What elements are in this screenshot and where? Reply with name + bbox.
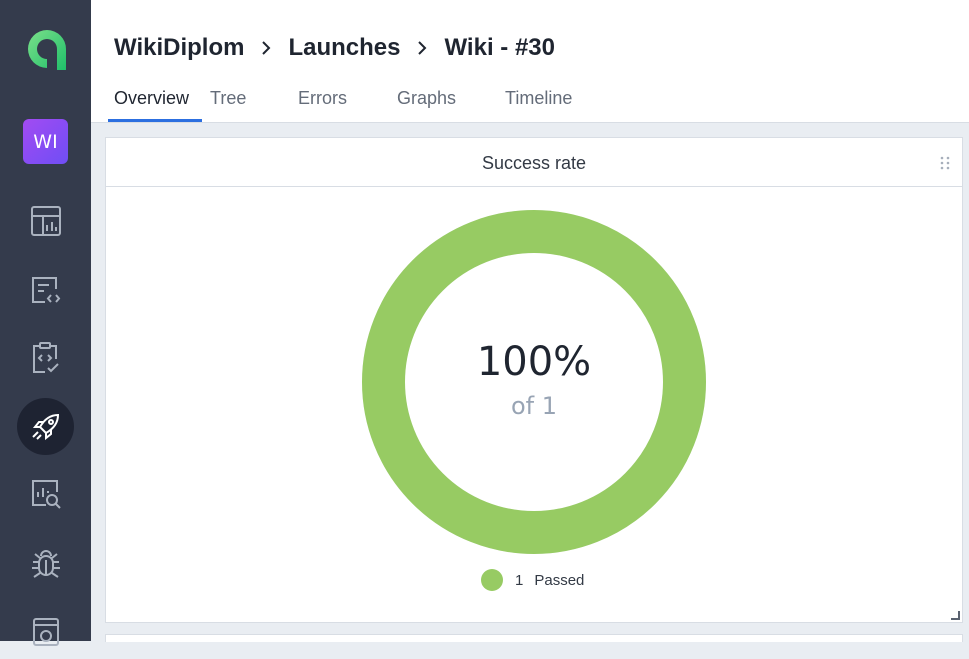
- legend: 1 Passed: [481, 569, 584, 591]
- defects-icon[interactable]: [17, 535, 74, 592]
- breadcrumb-launches[interactable]: Launches: [288, 34, 400, 62]
- chevron-right-icon: [262, 41, 271, 55]
- tab-errors[interactable]: Errors: [292, 86, 391, 122]
- widget-title: Success rate: [106, 138, 962, 187]
- resize-handle-icon[interactable]: [950, 610, 960, 620]
- launches-icon[interactable]: [17, 398, 74, 455]
- allure-logo-icon[interactable]: [23, 25, 71, 75]
- project-badge[interactable]: WI: [23, 119, 68, 164]
- drag-handle-icon[interactable]: [940, 156, 950, 170]
- tab-timeline[interactable]: Timeline: [499, 86, 610, 122]
- tab-bar: Overview Tree Errors Graphs Timeline: [108, 86, 610, 122]
- tab-overview[interactable]: Overview: [108, 86, 204, 122]
- breadcrumb-launch: Wiki - #30: [444, 34, 555, 61]
- legend-count: 1: [515, 571, 524, 589]
- page-header: WikiDiplom Launches Wiki - #30 Overview …: [91, 4, 969, 123]
- breadcrumb: WikiDiplom Launches Wiki - #30: [114, 34, 555, 62]
- test-runs-icon[interactable]: [17, 602, 74, 659]
- passed-legend-dot: [481, 569, 503, 591]
- tab-tree[interactable]: Tree: [204, 86, 292, 122]
- breadcrumb-project[interactable]: WikiDiplom: [114, 34, 244, 62]
- dashboard-icon[interactable]: [17, 192, 74, 249]
- sidebar: WI: [0, 0, 91, 646]
- legend-label: Passed: [534, 571, 585, 589]
- test-cases-icon[interactable]: [17, 262, 74, 319]
- chevron-right-icon: [418, 41, 427, 55]
- test-plans-icon[interactable]: [17, 329, 74, 386]
- success-rate-widget: Success rate 100% of 1 1 Passed: [105, 137, 963, 623]
- tab-graphs[interactable]: Graphs: [391, 86, 499, 122]
- analytics-icon[interactable]: [17, 465, 74, 522]
- total-count: of 1: [510, 392, 558, 420]
- success-percentage: 100%: [476, 339, 592, 385]
- success-rate-donut: 100% of 1: [361, 209, 707, 555]
